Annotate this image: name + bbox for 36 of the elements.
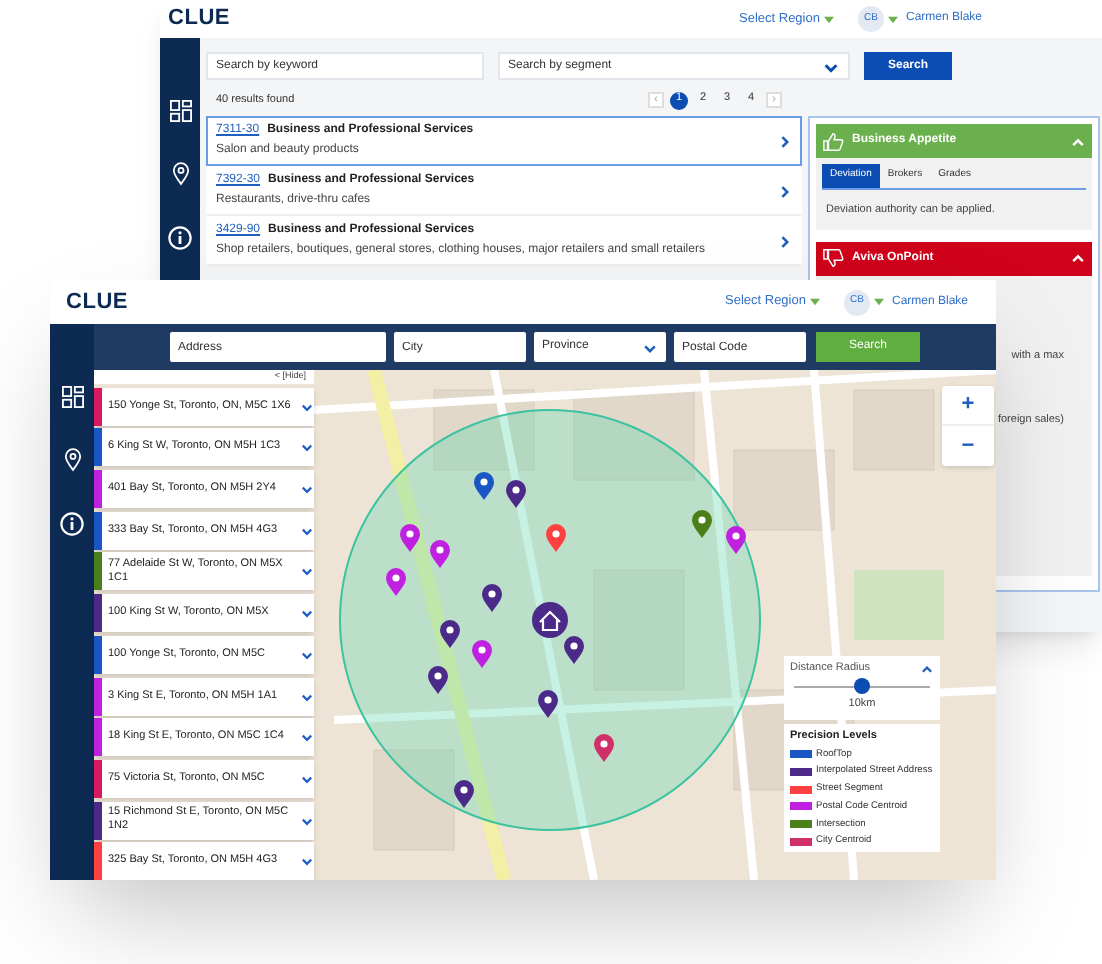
location-pin-icon[interactable] xyxy=(171,162,189,186)
thumbs-up-icon xyxy=(822,131,844,151)
chevron-down-icon xyxy=(300,771,314,786)
zoom-out-button[interactable]: − xyxy=(942,426,994,466)
info-icon[interactable] xyxy=(60,512,84,536)
app-logo: CLUE xyxy=(168,4,231,35)
slider[interactable] xyxy=(794,678,930,695)
chevron-down-icon xyxy=(300,564,314,579)
chevron-down-icon xyxy=(300,689,314,703)
chevron-down-icon xyxy=(300,730,314,745)
chevron-down-icon xyxy=(300,647,314,662)
chevron-up-icon xyxy=(1070,250,1086,267)
caret-icon xyxy=(809,298,820,306)
chevron-right-icon xyxy=(776,183,792,199)
caret-icon xyxy=(873,298,884,306)
caret-icon xyxy=(887,15,898,23)
dashboard-icon[interactable] xyxy=(169,100,191,122)
chevron-up-icon xyxy=(1070,133,1086,149)
chevron-down-icon xyxy=(300,523,314,538)
chevron-down-icon xyxy=(300,854,314,869)
chevron-right-icon xyxy=(776,133,792,149)
chevron-down-icon xyxy=(300,813,314,828)
location-pin-icon[interactable] xyxy=(63,448,81,472)
app-logo: CLUE xyxy=(66,287,129,318)
chevron-down-icon xyxy=(300,606,314,621)
thumbs-down-icon xyxy=(822,248,844,269)
slider-thumb[interactable] xyxy=(854,678,870,695)
chevron-up-icon xyxy=(920,661,934,676)
caret-icon xyxy=(823,15,834,23)
zoom-in-button[interactable]: + xyxy=(942,386,994,426)
dashboard-icon[interactable] xyxy=(61,386,83,408)
chevron-down-icon xyxy=(300,482,314,497)
chevron-right-icon xyxy=(776,233,792,249)
info-icon[interactable] xyxy=(168,226,192,250)
chevron-down-icon xyxy=(300,399,314,414)
chevron-down-icon xyxy=(300,440,314,455)
